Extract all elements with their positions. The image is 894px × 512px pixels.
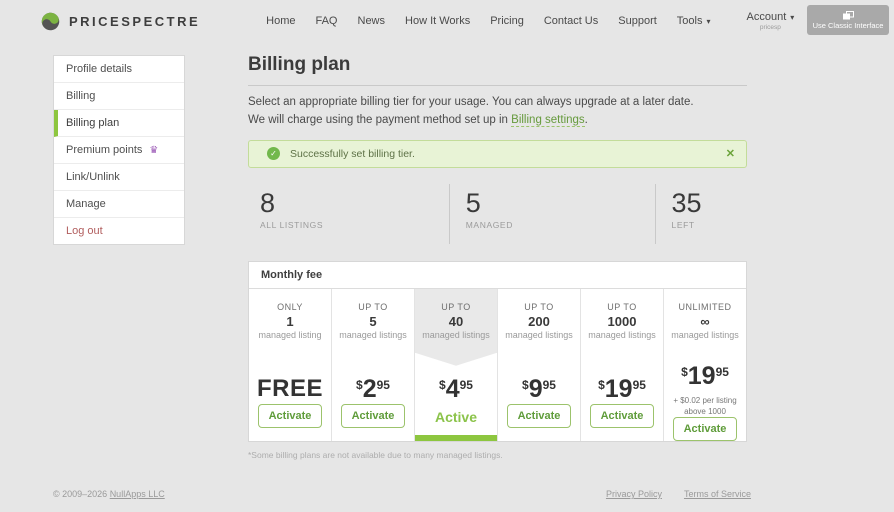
terms-of-service-link[interactable]: Terms of Service: [684, 489, 751, 499]
description-line-1: Select an appropriate billing tier for y…: [248, 96, 694, 108]
nav-news[interactable]: News: [358, 15, 386, 27]
nav-home[interactable]: Home: [266, 15, 295, 27]
sidebar-item-log-out[interactable]: Log out: [54, 218, 184, 244]
crown-icon: ♛: [149, 144, 159, 156]
stat-value: 8: [260, 187, 276, 218]
pricing-tiers: ONLY 1 managed listing FREE Activate UP …: [249, 288, 746, 442]
tier-price: $1995: [681, 361, 729, 390]
stat-left: 35 LEFT: [654, 183, 748, 244]
tier-unlimited: UNLIMITED ∞ managed listings $1995 + $0.…: [664, 289, 746, 442]
classic-button-label: Use Classic Interface: [812, 20, 884, 30]
sidebar-item-manage[interactable]: Manage: [54, 191, 184, 218]
stat-label: MANAGED: [465, 219, 513, 230]
account-username: pricesp: [759, 24, 781, 31]
privacy-policy-link[interactable]: Privacy Policy: [606, 489, 662, 499]
top-navbar: PRICESPECTRE Home FAQ News How It Works …: [0, 0, 894, 42]
sidebar-item-billing[interactable]: Billing: [54, 83, 184, 110]
billing-plan-page: PRICESPECTRE Home FAQ News How It Works …: [0, 0, 894, 512]
brand-logo[interactable]: PRICESPECTRE: [40, 11, 200, 32]
activate-button-tier-1[interactable]: Activate: [258, 403, 322, 428]
pricing-table-header: Monthly fee: [249, 262, 746, 289]
company-link[interactable]: NullApps LLC: [110, 489, 165, 499]
sidebar-item-premium-points[interactable]: Premium points ♛: [54, 137, 184, 164]
tier-up-to-1000: UP TO 1000 managed listings $1995 Activa…: [581, 288, 664, 441]
tier-only-1: ONLY 1 managed listing FREE Activate: [249, 288, 332, 441]
infinity-icon: ∞: [700, 313, 710, 329]
sidebar-item-profile-details[interactable]: Profile details: [54, 56, 184, 83]
stat-label: LEFT: [671, 219, 695, 230]
tier-price: $495: [439, 374, 473, 403]
main-nav: Home FAQ News How It Works Pricing Conta…: [266, 15, 710, 27]
active-tier-status: Active: [434, 408, 478, 425]
chevron-down-icon: ▾: [706, 17, 711, 26]
activate-button-tier-200[interactable]: Activate: [507, 403, 571, 428]
pricing-footnote: *Some billing plans are not available du…: [248, 449, 503, 460]
stat-all-listings: 8 ALL LISTINGS: [248, 184, 449, 244]
nav-contact-us[interactable]: Contact Us: [544, 15, 598, 27]
tier-up-to-5: UP TO 5 managed listings $295 Activate: [332, 288, 415, 441]
tier-price: $295: [356, 374, 390, 403]
activate-button-tier-1000[interactable]: Activate: [590, 403, 654, 428]
windows-icon: [842, 10, 854, 19]
brand-swirl-icon: [41, 12, 60, 30]
tier-up-to-40-active: UP TO 40 managed listings $495 Active: [415, 288, 498, 441]
stat-managed: 5 MANAGED: [448, 183, 655, 244]
billing-settings-link[interactable]: Billing settings: [511, 114, 585, 128]
listings-stats: 8 ALL LISTINGS 5 MANAGED 35 LEFT: [248, 183, 748, 244]
pricing-table: Monthly fee ONLY 1 managed listing FREE …: [248, 260, 747, 442]
check-circle-icon: ✓: [267, 147, 280, 161]
active-tier-pointer: [415, 352, 497, 366]
sidebar-item-billing-plan[interactable]: Billing plan: [54, 110, 184, 137]
alert-message: Successfully set billing tier.: [290, 147, 415, 160]
nav-tools-dropdown[interactable]: Tools ▾: [677, 15, 711, 27]
page-title: Billing plan: [248, 48, 747, 86]
nav-support[interactable]: Support: [618, 15, 657, 27]
brand-name: PRICESPECTRE: [69, 13, 201, 29]
description-line-2: We will charge using the payment method …: [248, 114, 588, 128]
use-classic-interface-button[interactable]: Use Classic Interface: [807, 5, 889, 35]
activate-button-tier-unlimited[interactable]: Activate: [673, 417, 737, 442]
copyright: © 2009–2026 NullApps LLC: [53, 489, 165, 499]
stat-value: 5: [465, 187, 481, 218]
active-tier-underline: [415, 434, 497, 441]
page-description: Select an appropriate billing tier for y…: [248, 93, 747, 130]
settings-sidebar: Profile details Billing Billing plan Pre…: [53, 55, 185, 245]
alert-close-icon[interactable]: ✕: [726, 147, 735, 160]
nav-faq[interactable]: FAQ: [315, 15, 337, 27]
chevron-down-icon: ▾: [790, 13, 795, 22]
stat-label: ALL LISTINGS: [260, 219, 324, 230]
nav-account-dropdown[interactable]: Account ▾ pricesp: [747, 11, 795, 31]
activate-button-tier-5[interactable]: Activate: [341, 403, 405, 428]
main-content: Billing plan Select an appropriate billi…: [248, 48, 747, 460]
tier-price: $995: [522, 374, 556, 403]
page-footer: © 2009–2026 NullApps LLC Privacy Policy …: [0, 482, 894, 512]
tier-up-to-200: UP TO 200 managed listings $995 Activate: [498, 288, 581, 441]
sidebar-item-link-unlink[interactable]: Link/Unlink: [54, 164, 184, 191]
tier-price: $1995: [598, 374, 646, 403]
tier-price: FREE: [256, 374, 323, 402]
success-alert: ✓ Successfully set billing tier. ✕: [248, 139, 747, 168]
tier-surcharge-note: + $0.02 per listing above 1000: [673, 395, 737, 416]
nav-how-it-works[interactable]: How It Works: [405, 15, 470, 27]
stat-value: 35: [671, 187, 702, 218]
nav-pricing[interactable]: Pricing: [490, 15, 524, 27]
